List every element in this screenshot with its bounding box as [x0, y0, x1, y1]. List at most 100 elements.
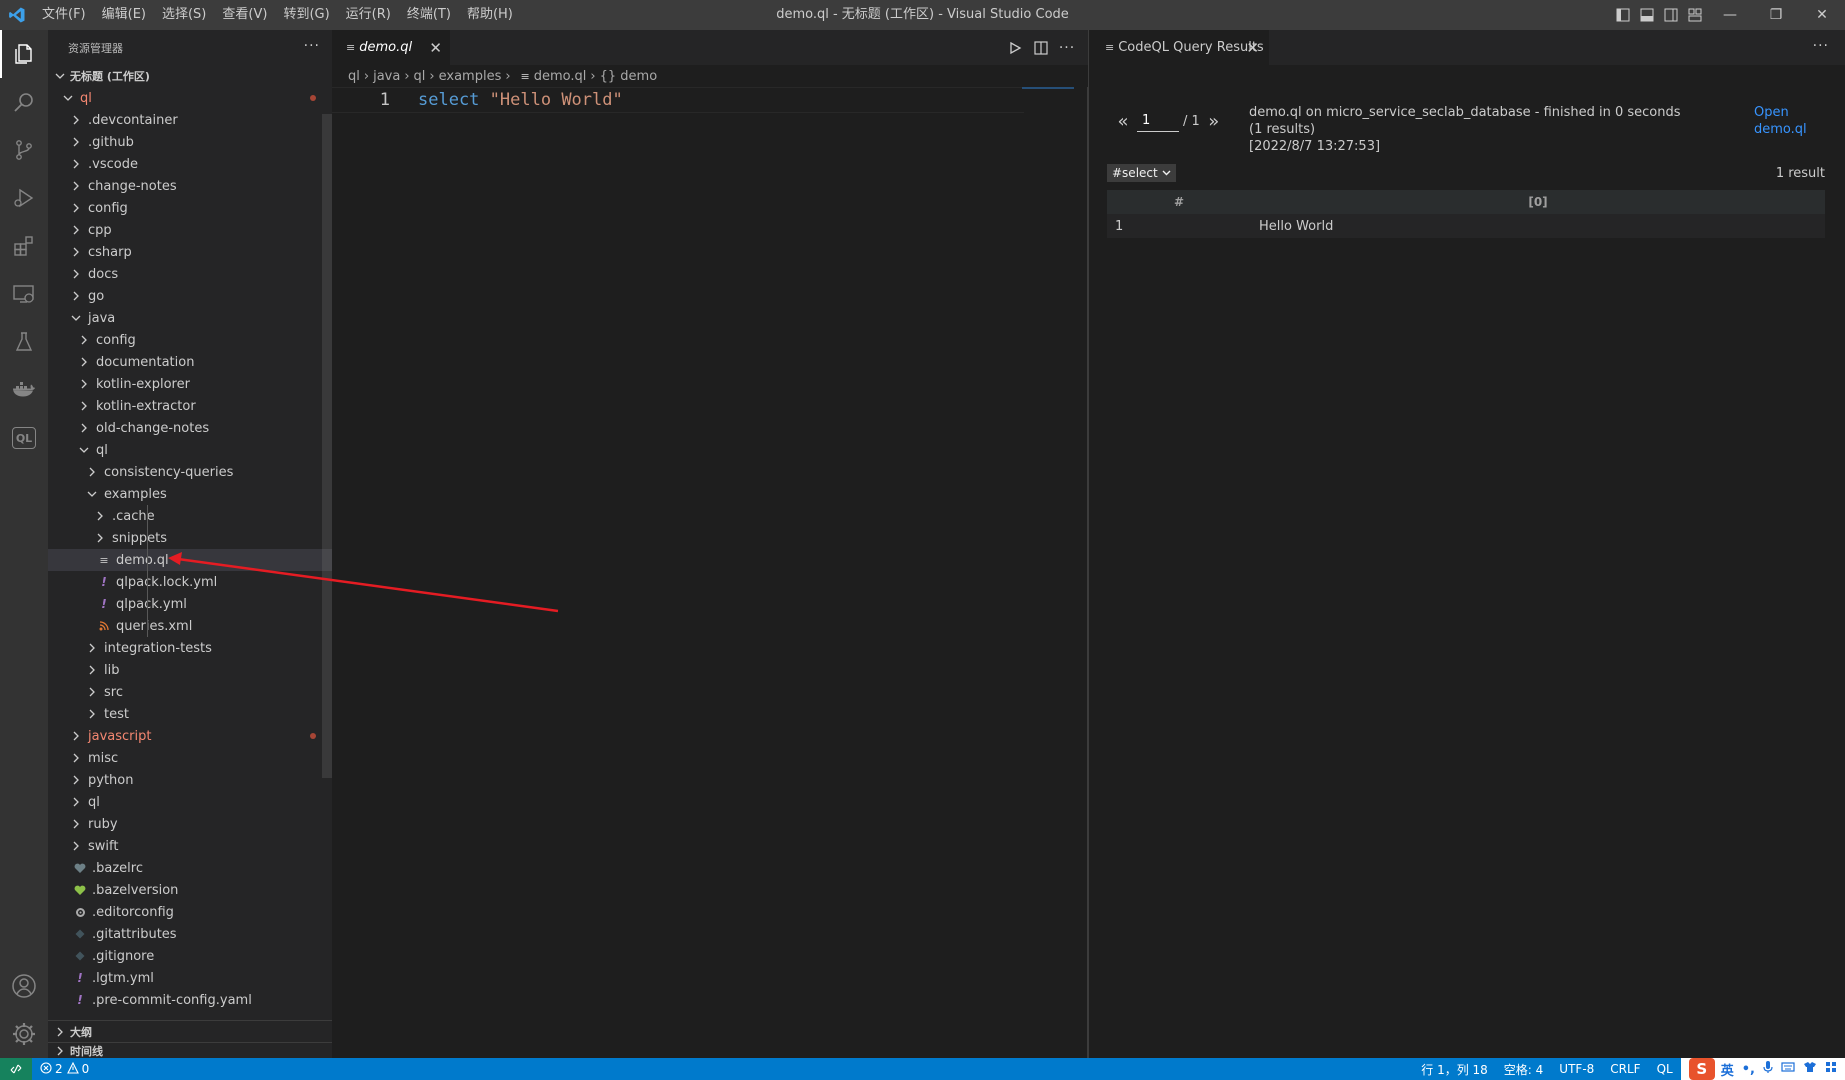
tree-folder[interactable]: .devcontainer [48, 109, 332, 131]
split-editor-icon[interactable] [1028, 40, 1054, 55]
tree-folder[interactable]: csharp [48, 241, 332, 263]
breadcrumb-item[interactable]: demo.ql [534, 69, 587, 84]
tree-folder[interactable]: ql [48, 791, 332, 813]
ime-toolbar[interactable]: S 英 •, [1680, 1058, 1845, 1080]
ime-punctuation[interactable]: •, [1742, 1062, 1755, 1077]
docker-icon[interactable] [0, 366, 48, 414]
tab-demo-ql[interactable]: ≡ demo.ql ✕ [332, 30, 450, 65]
more-actions-icon[interactable]: ··· [1054, 40, 1080, 56]
tree-folder[interactable]: kotlin-explorer [48, 373, 332, 395]
breadcrumb-item[interactable]: ql [414, 69, 426, 84]
tree-file[interactable]: .bazelversion [48, 879, 332, 901]
skin-icon[interactable] [1803, 1061, 1817, 1077]
breadcrumb-item[interactable]: ql [348, 69, 360, 84]
tree-folder[interactable]: old-change-notes [48, 417, 332, 439]
remote-indicator[interactable] [0, 1058, 32, 1080]
tree-file[interactable]: .bazelrc [48, 857, 332, 879]
tree-file[interactable]: .gitattributes [48, 923, 332, 945]
tree-folder[interactable]: javascript [48, 725, 332, 747]
tree-file[interactable]: .gitignore [48, 945, 332, 967]
source-control-icon[interactable] [0, 126, 48, 174]
timeline-section[interactable]: 时间线 [48, 1042, 332, 1058]
menu-edit[interactable]: 编辑(E) [94, 0, 154, 30]
tree-file[interactable]: ! qlpack.yml [48, 593, 332, 615]
result-set-select[interactable]: #select [1107, 164, 1176, 182]
tree-folder[interactable]: python [48, 769, 332, 791]
tree-folder[interactable]: ruby [48, 813, 332, 835]
tree-folder[interactable]: misc [48, 747, 332, 769]
problems-indicator[interactable]: 2 0 [32, 1058, 97, 1080]
tree-folder[interactable]: test [48, 703, 332, 725]
toggle-panel-icon[interactable] [1635, 0, 1659, 30]
breadcrumb-item[interactable]: java [373, 69, 400, 84]
run-debug-icon[interactable] [0, 174, 48, 222]
column-header[interactable]: # [1107, 190, 1251, 214]
menu-selection[interactable]: 选择(S) [154, 0, 214, 30]
tree-folder[interactable]: lib [48, 659, 332, 681]
next-page-button[interactable]: » [1204, 111, 1224, 132]
explorer-icon[interactable] [0, 30, 48, 78]
page-input[interactable]: 1 [1137, 110, 1179, 132]
testing-icon[interactable] [0, 318, 48, 366]
tree-folder[interactable]: integration-tests [48, 637, 332, 659]
tree-folder[interactable]: swift [48, 835, 332, 857]
run-query-icon[interactable] [1002, 41, 1028, 55]
end-of-line[interactable]: CRLF [1602, 1058, 1648, 1080]
tab-codeql-query-results[interactable]: ≡ CodeQL Query Results ✕ [1089, 30, 1269, 65]
tree-folder[interactable]: .vscode [48, 153, 332, 175]
close-window-button[interactable]: ✕ [1799, 0, 1845, 30]
row-value[interactable]: Hello World [1251, 214, 1825, 238]
tree-folder[interactable]: .github [48, 131, 332, 153]
column-header[interactable]: [0] [1251, 190, 1825, 214]
open-query-link[interactable]: Open demo.ql [1754, 104, 1814, 138]
toolbox-icon[interactable] [1825, 1061, 1837, 1077]
breadcrumb-symbol[interactable]: {} demo [600, 69, 658, 84]
menu-view[interactable]: 查看(V) [214, 0, 275, 30]
tree-file[interactable]: queries.xml [48, 615, 332, 637]
account-icon[interactable] [0, 962, 48, 1010]
tree-folder[interactable]: ql [48, 439, 332, 461]
explorer-scrollbar[interactable] [322, 114, 332, 778]
tree-folder[interactable]: examples [48, 483, 332, 505]
search-icon[interactable] [0, 78, 48, 126]
encoding[interactable]: UTF-8 [1551, 1058, 1602, 1080]
code-text[interactable]: select "Hello World" [418, 90, 623, 110]
ime-language[interactable]: 英 [1721, 1060, 1734, 1079]
tree-folder[interactable]: ql [48, 87, 332, 109]
tree-file[interactable]: ! .lgtm.yml [48, 967, 332, 989]
workspace-header[interactable]: 无标题 (工作区) [48, 65, 332, 87]
cursor-position[interactable]: 行 1，列 18 [1413, 1058, 1496, 1080]
toggle-sidebar-icon[interactable] [1611, 0, 1635, 30]
keyboard-icon[interactable] [1781, 1061, 1795, 1077]
breadcrumb-item[interactable]: examples [439, 69, 502, 84]
more-actions-icon[interactable]: ··· [1813, 38, 1829, 54]
restore-button[interactable]: ❐ [1753, 0, 1799, 30]
menu-help[interactable]: 帮助(H) [459, 0, 521, 30]
tree-file[interactable]: ! .pre-commit-config.yaml [48, 989, 332, 1011]
tree-folder[interactable]: cpp [48, 219, 332, 241]
tree-folder[interactable]: docs [48, 263, 332, 285]
close-tab-icon[interactable]: ✕ [1246, 39, 1259, 57]
tree-folder[interactable]: change-notes [48, 175, 332, 197]
remote-explorer-icon[interactable] [0, 270, 48, 318]
explorer-more-actions-icon[interactable]: ··· [304, 38, 320, 54]
code-line[interactable]: 1 select "Hello World" [332, 87, 1024, 113]
customize-layout-icon[interactable] [1683, 0, 1707, 30]
tree-folder[interactable]: src [48, 681, 332, 703]
menu-run[interactable]: 运行(R) [338, 0, 399, 30]
microphone-icon[interactable] [1763, 1060, 1773, 1078]
codeql-icon[interactable]: QL [0, 414, 48, 462]
menu-go[interactable]: 转到(G) [275, 0, 337, 30]
toggle-secondary-sidebar-icon[interactable] [1659, 0, 1683, 30]
extensions-icon[interactable] [0, 222, 48, 270]
tree-file[interactable]: ! qlpack.lock.yml [48, 571, 332, 593]
outline-section[interactable]: 大纲 [48, 1020, 332, 1042]
tree-folder[interactable]: config [48, 329, 332, 351]
indentation[interactable]: 空格: 4 [1496, 1058, 1552, 1080]
tree-folder[interactable]: .cache [48, 505, 332, 527]
menu-file[interactable]: 文件(F) [34, 0, 94, 30]
tree-folder[interactable]: consistency-queries [48, 461, 332, 483]
minimap-line[interactable] [1022, 87, 1074, 89]
tree-folder[interactable]: snippets [48, 527, 332, 549]
tree-folder[interactable]: config [48, 197, 332, 219]
